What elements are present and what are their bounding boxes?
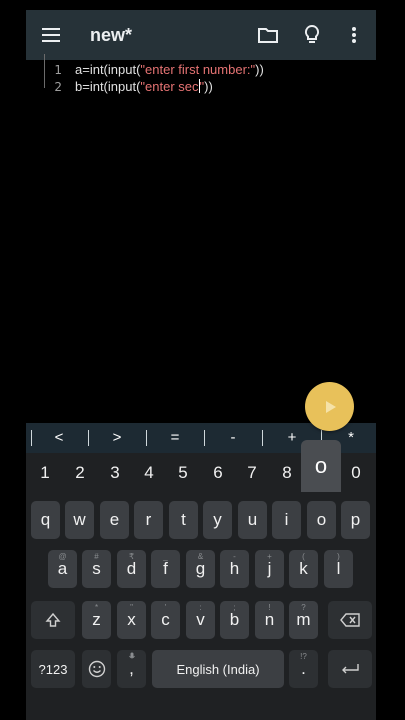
shift-key[interactable] bbox=[31, 601, 75, 639]
key-u[interactable]: u bbox=[238, 501, 267, 539]
key-w[interactable]: w bbox=[65, 501, 94, 539]
key-2[interactable]: 2 bbox=[65, 463, 95, 483]
enter-icon bbox=[342, 664, 359, 674]
keyboard: 1 2 3 4 5 6 7 8 9 0 q w e r t y u i o p … bbox=[26, 453, 376, 720]
key-6[interactable]: 6 bbox=[203, 463, 233, 483]
backspace-key[interactable] bbox=[328, 601, 372, 639]
gutter-divider bbox=[44, 54, 45, 88]
mic-icon bbox=[117, 652, 146, 663]
key-p[interactable]: p bbox=[341, 501, 370, 539]
key-m[interactable]: ? m bbox=[289, 601, 318, 639]
key-b[interactable]: ; b bbox=[220, 601, 249, 639]
play-icon bbox=[325, 400, 336, 413]
key-k[interactable]: (k bbox=[289, 550, 318, 588]
symbol-key[interactable]: < bbox=[44, 423, 74, 453]
symbol-key[interactable]: - bbox=[218, 423, 248, 453]
file-title: new* bbox=[90, 25, 133, 45]
key-7[interactable]: 7 bbox=[237, 463, 267, 483]
key-1[interactable]: 1 bbox=[30, 463, 60, 483]
symbol-key[interactable]: = bbox=[160, 423, 190, 453]
backspace-icon bbox=[340, 613, 360, 627]
code-text: a=int(input("enter first number:")) bbox=[75, 62, 264, 77]
editor-app: new* 1 a=int(input("enter first number:"… bbox=[26, 10, 376, 423]
key-8[interactable]: 8 bbox=[272, 463, 302, 483]
space-key[interactable]: English (India) bbox=[152, 650, 284, 688]
key-v[interactable]: :v bbox=[186, 601, 215, 639]
key-a[interactable]: @ a bbox=[48, 550, 77, 588]
key-f[interactable]: _ f bbox=[151, 550, 180, 588]
key-i[interactable]: i bbox=[272, 501, 301, 539]
menu-icon[interactable] bbox=[31, 10, 71, 60]
emoji-icon bbox=[88, 660, 105, 678]
key-l[interactable]: ) l bbox=[324, 550, 353, 588]
symbols-key[interactable]: ?123 bbox=[31, 650, 75, 688]
toolbar: new* bbox=[26, 10, 376, 60]
key-c[interactable]: ' c bbox=[151, 601, 180, 639]
enter-key[interactable] bbox=[328, 650, 372, 688]
key-preview-popup: o bbox=[301, 440, 341, 492]
key-q[interactable]: q bbox=[31, 501, 60, 539]
key-o[interactable]: o bbox=[307, 501, 336, 539]
key-n[interactable]: ! n bbox=[255, 601, 284, 639]
key-h[interactable]: -h bbox=[220, 550, 249, 588]
run-button[interactable] bbox=[305, 382, 354, 431]
symbol-key[interactable]: > bbox=[102, 423, 132, 453]
code-line[interactable]: 2 b=int(input("enter sec")) bbox=[26, 78, 376, 96]
folder-icon[interactable] bbox=[248, 10, 288, 60]
code-line[interactable]: 1 a=int(input("enter first number:")) bbox=[26, 61, 376, 79]
key-j[interactable]: + j bbox=[255, 550, 284, 588]
shift-icon bbox=[45, 612, 61, 627]
code-editor[interactable]: 1 a=int(input("enter first number:")) 2 … bbox=[26, 60, 376, 423]
key-e[interactable]: e bbox=[100, 501, 129, 539]
period-key[interactable]: !?. bbox=[289, 650, 318, 688]
emoji-key[interactable] bbox=[82, 650, 111, 688]
key-y[interactable]: y bbox=[203, 501, 232, 539]
key-z[interactable]: * z bbox=[82, 601, 111, 639]
key-d[interactable]: ₹ d bbox=[117, 550, 146, 588]
key-r[interactable]: r bbox=[134, 501, 163, 539]
key-3[interactable]: 3 bbox=[100, 463, 130, 483]
lightbulb-icon[interactable] bbox=[292, 10, 332, 60]
code-text: b=int(input("enter sec")) bbox=[75, 79, 213, 94]
key-5[interactable]: 5 bbox=[168, 463, 198, 483]
key-t[interactable]: t bbox=[169, 501, 198, 539]
more-vert-icon[interactable] bbox=[334, 10, 374, 60]
key-x[interactable]: " x bbox=[117, 601, 146, 639]
key-g[interactable]: & g bbox=[186, 550, 215, 588]
key-4[interactable]: 4 bbox=[134, 463, 164, 483]
comma-key[interactable]: , bbox=[117, 650, 146, 688]
key-s[interactable]: # s bbox=[82, 550, 111, 588]
key-0[interactable]: 0 bbox=[341, 463, 371, 483]
